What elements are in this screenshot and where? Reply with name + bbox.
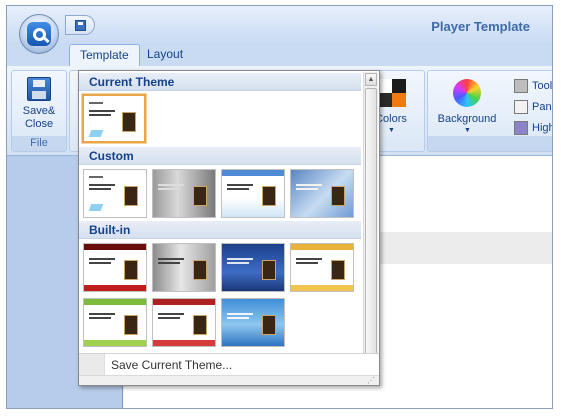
application-menu-button[interactable]: [19, 14, 59, 54]
chevron-down-icon: ▼: [388, 127, 395, 134]
theme-thumbnail-builtin-5[interactable]: [83, 298, 147, 347]
background-group: Background ▼ Tool Pane High F: [427, 70, 553, 152]
theme-thumbnail-builtin-2[interactable]: [152, 243, 216, 292]
color-wheel-icon: [453, 79, 481, 107]
menu-icon-column: [79, 354, 105, 375]
current-theme-header: Current Theme: [79, 73, 361, 91]
title-bar: Player Template: [7, 6, 552, 44]
highlight-color-swatch: [514, 121, 528, 135]
gallery-scrollbar[interactable]: ▲ ▼: [363, 72, 378, 372]
theme-thumbnail-custom-4[interactable]: [290, 169, 354, 218]
save-close-label-2: Close: [24, 118, 54, 130]
app-window: Player Template Template Layout Save& Cl…: [6, 5, 553, 409]
save-current-theme-label: Save Current Theme...: [111, 358, 233, 372]
chevron-down-icon: ▼: [464, 127, 471, 134]
background-button[interactable]: Background ▼: [432, 73, 502, 135]
resize-grip[interactable]: ⋰: [79, 375, 379, 385]
resize-grip-icon: ⋰: [367, 376, 375, 385]
theme-thumbnail-current[interactable]: [81, 93, 147, 144]
quick-access-save-button[interactable]: [65, 15, 95, 35]
theme-thumbnail-custom-2[interactable]: [152, 169, 216, 218]
pane-color-option[interactable]: Pane: [514, 98, 552, 116]
floppy-icon: [74, 19, 86, 31]
theme-thumbnail-custom-1[interactable]: [83, 169, 147, 218]
scroll-up-icon[interactable]: ▲: [365, 73, 377, 86]
custom-header: Custom: [79, 147, 361, 165]
theme-thumbnail-builtin-3[interactable]: [221, 243, 285, 292]
file-group: Save& Close File: [11, 70, 67, 152]
file-group-label: File: [12, 136, 66, 151]
save-current-theme-item[interactable]: Save Current Theme...: [79, 353, 379, 375]
theme-thumbnail-builtin-4[interactable]: [290, 243, 354, 292]
highlight-color-label: High: [532, 122, 553, 134]
tab-template[interactable]: Template: [69, 44, 140, 66]
theme-thumbnail-custom-3[interactable]: [221, 169, 285, 218]
background-group-label: F: [428, 136, 552, 151]
tool-color-swatch: [514, 79, 528, 93]
save-close-button[interactable]: Save& Close: [12, 71, 66, 137]
tool-color-option[interactable]: Tool: [514, 77, 552, 95]
window-title: Player Template: [431, 19, 530, 34]
background-label: Background: [437, 113, 497, 125]
theme-thumbnail-builtin-1[interactable]: [83, 243, 147, 292]
pane-color-swatch: [514, 100, 528, 114]
tool-color-label: Tool: [532, 80, 553, 92]
app-logo-icon: [27, 22, 51, 46]
floppy-disk-icon: [27, 77, 51, 101]
colors-icon: [378, 79, 406, 107]
built-in-header: Built-in: [79, 221, 361, 239]
theme-gallery-dropdown: Current Theme Custom Built-in ▲ Save Cur…: [78, 70, 380, 386]
pane-color-label: Pane: [532, 101, 552, 113]
theme-thumbnail-builtin-6[interactable]: [152, 298, 216, 347]
scroll-thumb[interactable]: [365, 88, 377, 356]
highlight-color-option[interactable]: High: [514, 119, 553, 137]
save-close-label-1: Save&: [22, 105, 56, 117]
tab-layout[interactable]: Layout: [137, 44, 193, 66]
ribbon-tab-bar: Template Layout: [7, 44, 552, 66]
theme-thumbnail-builtin-7[interactable]: [221, 298, 285, 347]
